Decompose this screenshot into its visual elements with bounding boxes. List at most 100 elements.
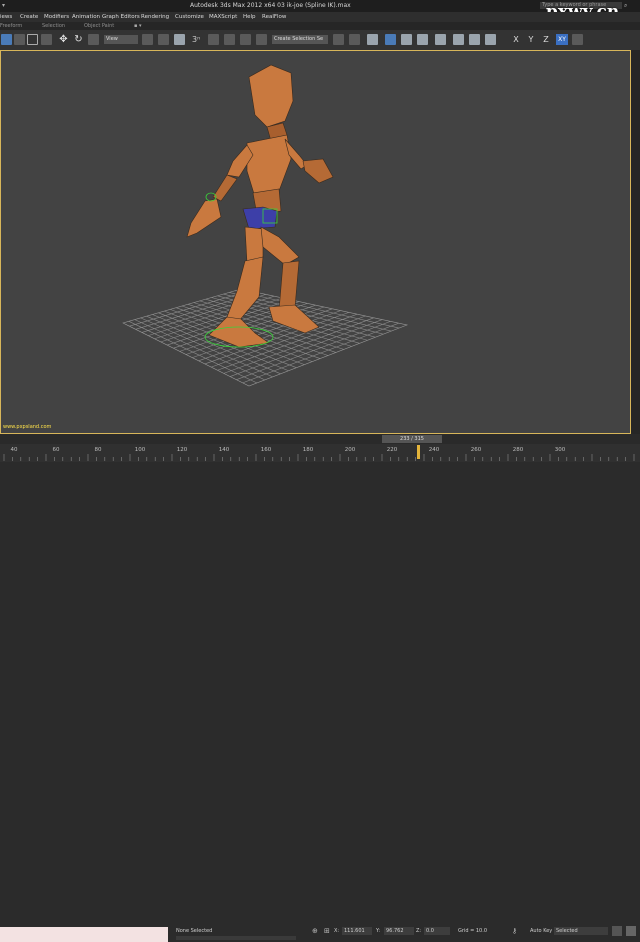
key-icon[interactable]: ⚷ bbox=[512, 927, 517, 935]
track-tick-label: 180 bbox=[302, 447, 314, 453]
set-key-icon[interactable] bbox=[612, 926, 622, 936]
track-tick-label: 40 bbox=[10, 447, 18, 453]
axis-z-button[interactable]: Z bbox=[540, 34, 552, 45]
select-by-name-icon[interactable] bbox=[14, 34, 25, 45]
ribbon-bar: Freeform Selection Object Paint ▪ ▾ bbox=[0, 22, 640, 30]
character-foot-right bbox=[268, 304, 320, 334]
pivot-center-icon[interactable] bbox=[142, 34, 153, 45]
menu-rendering[interactable]: Rendering bbox=[141, 14, 169, 20]
auto-key-button[interactable]: Auto Key bbox=[530, 928, 552, 934]
render-setup-icon[interactable] bbox=[453, 34, 464, 45]
key-mode-dropdown[interactable]: Selected bbox=[554, 927, 608, 935]
track-tick-label: 160 bbox=[260, 447, 272, 453]
current-frame-marker bbox=[417, 445, 420, 459]
x-label: X: bbox=[334, 928, 340, 934]
viewport-caption: www.pxpsland.com bbox=[3, 424, 52, 430]
scale-icon[interactable] bbox=[88, 34, 99, 45]
command-panel-edge[interactable] bbox=[631, 50, 640, 434]
align-icon[interactable] bbox=[349, 34, 360, 45]
character-foot-left bbox=[208, 316, 270, 348]
render-production-icon[interactable] bbox=[485, 34, 496, 45]
menu-help[interactable]: Help bbox=[243, 14, 256, 20]
axis-x-button[interactable]: X bbox=[510, 34, 522, 45]
character-head bbox=[248, 64, 294, 128]
character-hand-left bbox=[186, 198, 222, 238]
named-selection-set-field[interactable]: Create Selection Se bbox=[272, 35, 328, 44]
track-tick-label: 260 bbox=[470, 447, 482, 453]
axis-y-button[interactable]: Y bbox=[525, 34, 537, 45]
track-tick-label: 100 bbox=[134, 447, 146, 453]
track-tick-label: 60 bbox=[52, 447, 60, 453]
ribbon-tab-object-paint[interactable]: Object Paint bbox=[84, 23, 114, 29]
material-editor-icon[interactable] bbox=[435, 34, 446, 45]
ribbon-tab-freeform[interactable]: Freeform bbox=[0, 23, 22, 29]
layer-manager-icon[interactable] bbox=[367, 34, 378, 45]
menu-create[interactable]: Create bbox=[20, 14, 38, 20]
y-coordinate-field[interactable]: 96.762 bbox=[384, 927, 414, 935]
z-coordinate-field[interactable]: 0.0 bbox=[424, 927, 450, 935]
prompt-line bbox=[176, 936, 296, 940]
menu-customize[interactable]: Customize bbox=[175, 14, 204, 20]
character-forearm-left bbox=[212, 174, 238, 202]
graphite-modeling-icon[interactable] bbox=[385, 34, 396, 45]
ribbon-tab-selection[interactable]: Selection bbox=[42, 23, 65, 29]
viewport-scene bbox=[122, 64, 409, 387]
reference-coordinate-dropdown[interactable]: View bbox=[104, 35, 138, 44]
perspective-viewport[interactable] bbox=[0, 50, 631, 434]
mirror-icon[interactable] bbox=[333, 34, 344, 45]
rectangular-selection-icon[interactable] bbox=[27, 34, 38, 45]
absolute-mode-icon[interactable]: ⊞ bbox=[324, 927, 330, 935]
character-hand-right bbox=[302, 158, 334, 184]
axis-xy-button[interactable]: XY bbox=[556, 34, 568, 45]
time-slider-frame-counter[interactable]: 233 / 315 bbox=[382, 435, 442, 443]
character-shin-right bbox=[278, 260, 300, 312]
menu-maxscript[interactable]: MAXScript bbox=[209, 14, 237, 20]
menu-animation[interactable]: Animation bbox=[72, 14, 100, 20]
ribbon-options-icon[interactable]: ▪ ▾ bbox=[134, 23, 142, 29]
menu-graph-editors[interactable]: Graph Editors bbox=[102, 14, 140, 20]
y-label: Y: bbox=[376, 928, 381, 934]
track-tick-label: 200 bbox=[344, 447, 356, 453]
window-title: Autodesk 3ds Max 2012 x64 03 ik-joe (Spl… bbox=[190, 2, 351, 9]
home-grid bbox=[122, 288, 409, 387]
lock-selection-icon[interactable]: ⊕ bbox=[312, 927, 318, 935]
title-bar: ▾ Autodesk 3ds Max 2012 x64 03 ik-joe (S… bbox=[0, 0, 640, 12]
grid-line bbox=[235, 290, 400, 329]
spinner-snap-icon[interactable] bbox=[240, 34, 251, 45]
search-icon[interactable]: ⌕ bbox=[624, 2, 627, 10]
angle-snap-icon[interactable] bbox=[208, 34, 219, 45]
character-thigh-right bbox=[260, 226, 300, 266]
axis-constraint-icon[interactable] bbox=[572, 34, 583, 45]
track-tick-label: 300 bbox=[554, 447, 566, 453]
select-and-manipulate-icon[interactable] bbox=[158, 34, 169, 45]
keyboard-shortcut-icon[interactable] bbox=[174, 34, 185, 45]
character-model bbox=[186, 64, 334, 348]
time-slider[interactable]: 233 / 315 bbox=[0, 434, 640, 444]
character-chest bbox=[246, 134, 292, 198]
menu-views[interactable]: iews bbox=[0, 14, 12, 20]
curve-editor-icon[interactable] bbox=[401, 34, 412, 45]
schematic-view-icon[interactable] bbox=[417, 34, 428, 45]
edit-named-selection-icon[interactable] bbox=[256, 34, 267, 45]
track-tick-label: 120 bbox=[176, 447, 188, 453]
track-tick-label: 280 bbox=[512, 447, 524, 453]
select-object-icon[interactable] bbox=[1, 34, 12, 45]
x-coordinate-field[interactable]: 111.601 bbox=[342, 927, 372, 935]
window-crossing-icon[interactable] bbox=[41, 34, 52, 45]
character-shin-left bbox=[226, 256, 264, 322]
grid-size-readout: Grid = 10.0 bbox=[458, 928, 487, 934]
menu-bar: iews Create Modifiers Animation Graph Ed… bbox=[0, 12, 640, 22]
menu-modifiers[interactable]: Modifiers bbox=[44, 14, 69, 20]
track-tick-label: 80 bbox=[94, 447, 102, 453]
move-icon[interactable]: ✥ bbox=[58, 34, 69, 45]
rendered-frame-window-icon[interactable] bbox=[469, 34, 480, 45]
status-bar: None Selected ⊕ ⊞ X: 111.601 Y: 96.762 Z… bbox=[0, 462, 640, 942]
key-filters-icon[interactable] bbox=[626, 926, 636, 936]
snaps-toggle-icon[interactable]: 3ⁿ bbox=[192, 34, 203, 45]
quick-access-arrow-icon[interactable]: ▾ bbox=[2, 2, 5, 9]
selection-status: None Selected bbox=[176, 928, 213, 934]
rotate-icon[interactable]: ↻ bbox=[73, 34, 84, 45]
maxscript-listener[interactable] bbox=[0, 927, 168, 942]
menu-realflow[interactable]: RealFlow bbox=[262, 14, 286, 20]
percent-snap-icon[interactable] bbox=[224, 34, 235, 45]
